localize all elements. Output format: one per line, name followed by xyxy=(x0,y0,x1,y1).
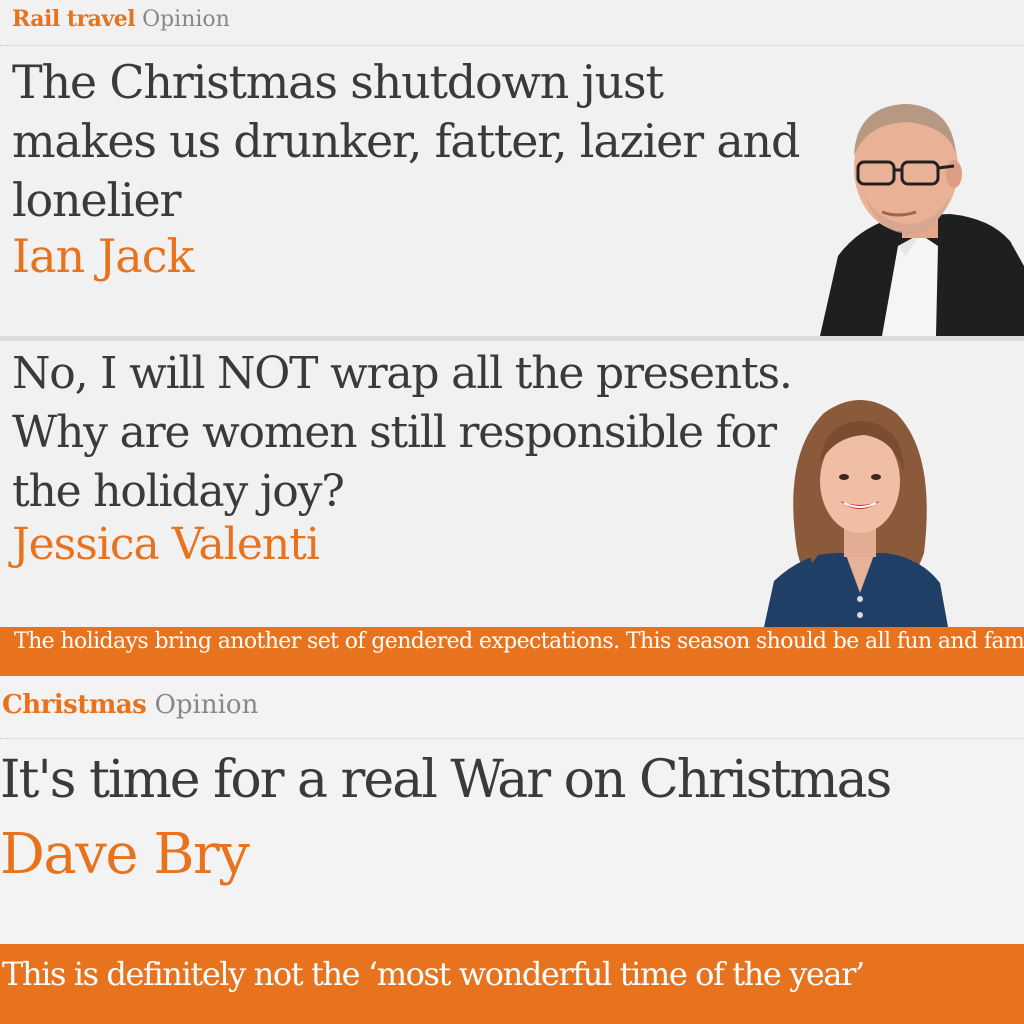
section-kicker[interactable]: Rail travel xyxy=(12,6,136,32)
author-byline[interactable]: Ian Jack xyxy=(12,229,194,283)
kicker-row: Rail travel Opinion xyxy=(12,6,230,32)
kicker-row: Christmas Opinion xyxy=(2,690,258,720)
headline-line: The Christmas shutdown just xyxy=(12,55,664,109)
headline-line: makes us drunker, fatter, lazier and xyxy=(12,114,800,168)
headline[interactable]: It's time for a real War on Christmas xyxy=(0,746,892,814)
headline[interactable]: No, I will NOT wrap all the presents. Wh… xyxy=(12,344,793,521)
headline-line: lonelier xyxy=(12,173,181,227)
author-byline[interactable]: Dave Bry xyxy=(0,822,250,887)
headline-line: No, I will NOT wrap all the presents. xyxy=(12,348,793,399)
author-portrait xyxy=(764,400,948,627)
article-card-2[interactable]: No, I will NOT wrap all the presents. Wh… xyxy=(0,341,1024,676)
article-card-3[interactable]: Christmas Opinion It's time for a real W… xyxy=(0,676,1024,1024)
author-portrait xyxy=(820,104,1024,336)
section-tone: Opinion xyxy=(154,690,259,720)
headline-line: the holiday joy? xyxy=(12,466,345,517)
author-byline[interactable]: Jessica Valenti xyxy=(12,519,320,570)
standfirst[interactable]: This is definitely not the ‘most wonderf… xyxy=(0,944,1024,1024)
dotted-divider xyxy=(0,45,1024,46)
headline-line: Why are women still responsible for xyxy=(12,407,777,458)
headline[interactable]: The Christmas shutdown just makes us dru… xyxy=(12,53,800,230)
section-kicker[interactable]: Christmas xyxy=(2,690,147,720)
article-card-1[interactable]: Rail travel Opinion The Christmas shutdo… xyxy=(0,0,1024,336)
section-tone: Opinion xyxy=(142,7,230,32)
dotted-divider xyxy=(0,738,1024,739)
standfirst[interactable]: The holidays bring another set of gender… xyxy=(0,627,1024,676)
